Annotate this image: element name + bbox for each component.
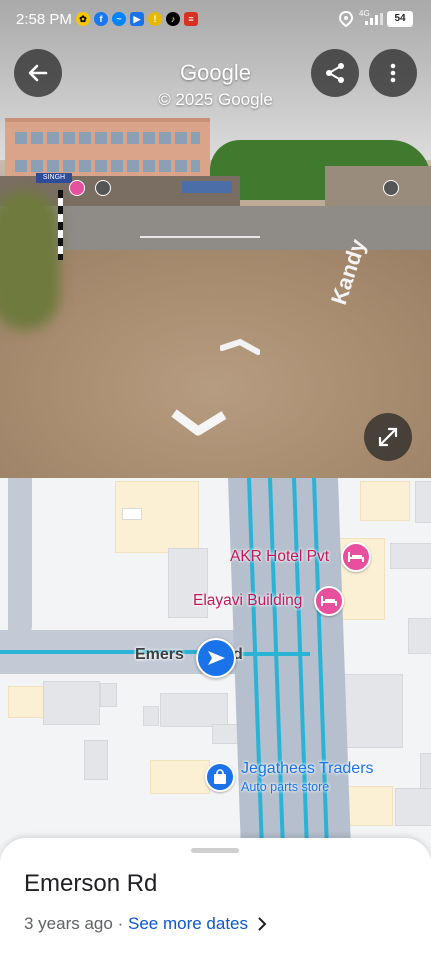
news-icon: ≡ [184,12,198,26]
side-road [8,478,32,638]
snapchat-icon: ✿ [76,12,90,26]
grass-blur [0,190,60,330]
expand-button[interactable] [364,413,412,461]
map-building [8,686,46,718]
place-pin-icon[interactable] [95,180,111,196]
facebook-icon: f [94,12,108,26]
chevron-right-icon[interactable] [255,916,269,932]
more-vert-icon [390,63,396,83]
bottom-sheet[interactable]: Emerson Rd 3 years ago · See more dates [0,838,431,960]
street-name: Emerson Rd [24,870,158,897]
copyright-text: © 2025 Google [158,90,273,109]
status-time: 2:58 PM [16,11,72,28]
hotel-icon[interactable] [314,586,344,616]
time-ago: 3 years ago [24,914,113,933]
direction-arrow-icon [208,651,225,665]
hotel-pin-icon[interactable] [69,180,85,196]
shop-right [325,166,431,208]
signal-icon [365,13,383,25]
more-options-button[interactable] [369,49,417,97]
nav-arrow-far-icon[interactable] [220,338,260,358]
location-icon [339,11,353,27]
hotel-icon[interactable] [341,542,371,572]
share-button[interactable] [311,49,359,97]
store-category: Auto parts store [241,780,330,794]
battery-icon: 54 [387,11,413,27]
shop-awning [182,181,232,193]
street-view-title: Google [180,60,251,85]
expand-icon [378,427,398,447]
youtube-icon: ▶ [130,12,144,26]
street-view-panorama[interactable]: SINGH Kandy 2:58 PM ✿ f ~ ▶ ! ♪ ≡ 4G 54 … [0,0,431,478]
store-name[interactable]: Jegathees Traders [241,760,374,778]
tiktok-icon: ♪ [166,12,180,26]
notification-icon: ! [148,12,162,26]
striped-pole [58,190,63,260]
see-more-dates-link[interactable]: See more dates [128,914,248,933]
messenger-icon: ~ [112,12,126,26]
map-building [360,481,410,521]
store-sign: SINGH [36,173,72,183]
place-pin-icon-right[interactable] [383,180,399,196]
map-building [150,760,210,794]
poi-label-akr-hotel[interactable]: AKR Hotel Pvt [230,548,329,566]
poi-label-elayavi-building[interactable]: Elayavi Building [193,592,302,610]
drag-handle[interactable] [191,848,239,853]
nav-arrow-near-icon[interactable] [170,405,228,441]
date-row: 3 years ago · See more dates [24,914,248,934]
share-icon [326,63,344,83]
shopping-bag-icon[interactable] [205,762,235,792]
separator: · [117,914,124,933]
status-bar: 2:58 PM ✿ f ~ ▶ ! ♪ ≡ 4G 54 [0,0,431,40]
road-label-left: Emers [135,646,184,663]
current-position-marker[interactable] [196,638,236,678]
